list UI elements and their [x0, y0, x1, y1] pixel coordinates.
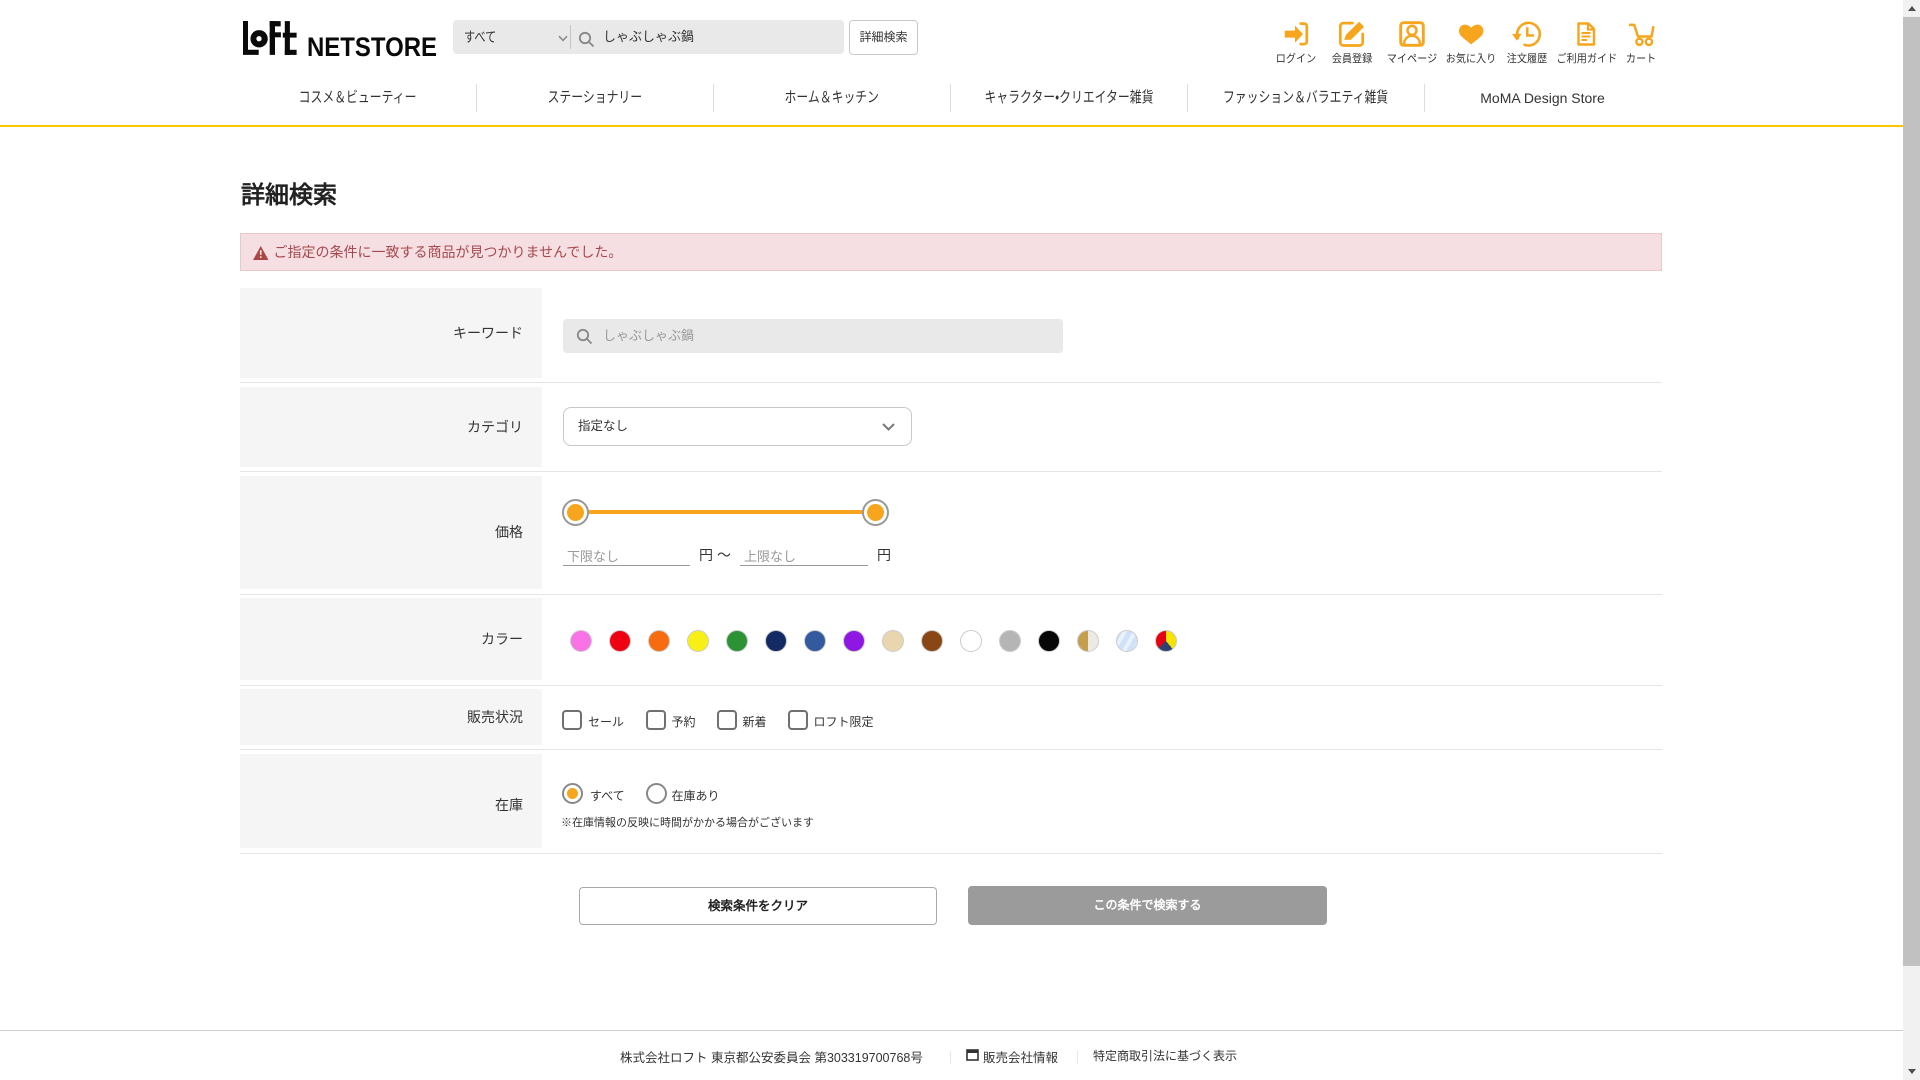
svg-text:NETSTORE: NETSTORE: [307, 32, 437, 62]
